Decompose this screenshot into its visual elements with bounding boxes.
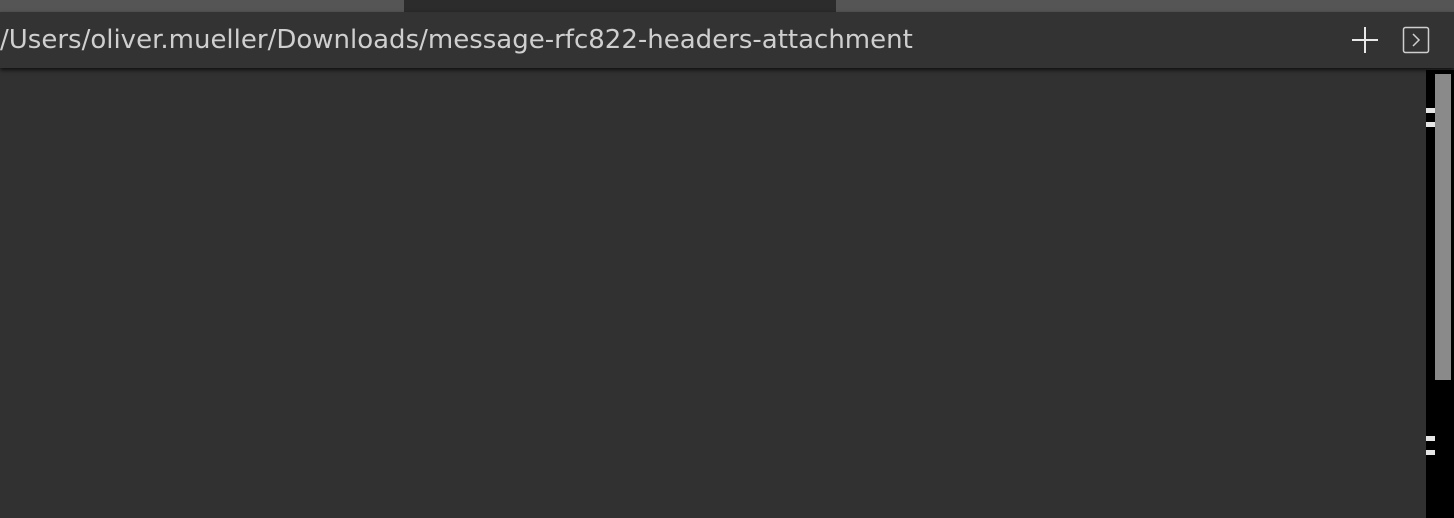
scroll-marker: [1426, 108, 1435, 113]
path-bar: /Users/oliver.mueller/Downloads/message-…: [0, 12, 1454, 68]
tab-active[interactable]: [404, 0, 836, 12]
vertical-scrollbar[interactable]: [1426, 70, 1454, 518]
plus-icon: [1352, 27, 1378, 53]
tab-right[interactable]: [836, 0, 1454, 12]
current-path[interactable]: /Users/oliver.mueller/Downloads/message-…: [0, 12, 913, 68]
content-area[interactable]: [0, 68, 1426, 518]
chevron-right-box-icon: [1402, 26, 1430, 54]
scroll-marker: [1426, 450, 1435, 455]
scroll-marker: [1426, 122, 1435, 127]
new-tab-button[interactable]: [1350, 25, 1380, 55]
expand-button[interactable]: [1402, 26, 1430, 54]
scroll-marker: [1426, 436, 1435, 441]
tab-left[interactable]: [0, 0, 404, 12]
scrollbar-thumb[interactable]: [1435, 74, 1451, 380]
tab-strip: [0, 0, 1454, 12]
file-browser-window: /Users/oliver.mueller/Downloads/message-…: [0, 0, 1454, 518]
